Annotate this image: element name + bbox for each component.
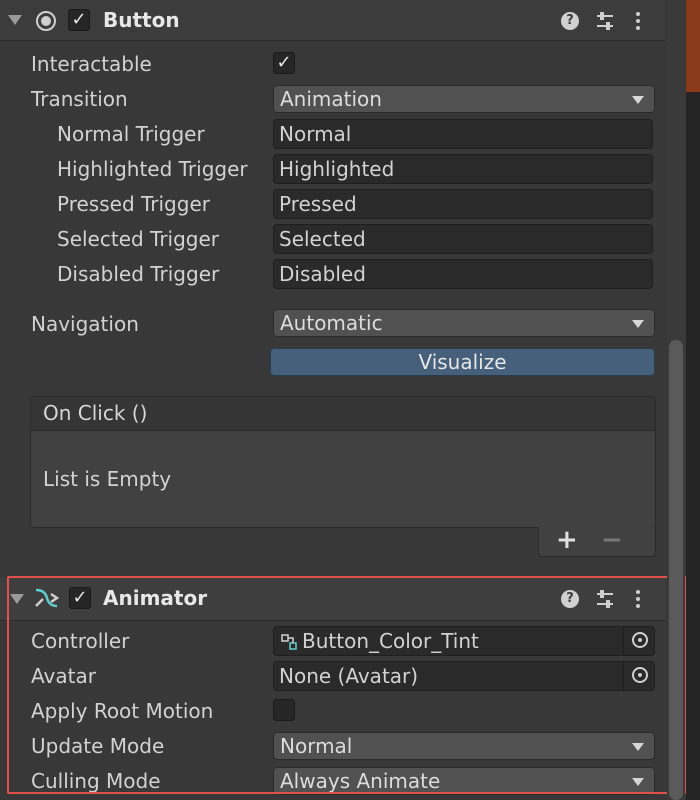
visualize-button[interactable]: Visualize — [270, 348, 655, 376]
component-title: Button — [103, 8, 180, 32]
on-click-header: On Click () — [31, 397, 655, 431]
remove-button[interactable]: − — [601, 525, 623, 555]
scrollbar-thumb[interactable] — [669, 340, 683, 800]
highlighted-trigger-label: Highlighted Trigger — [57, 157, 248, 181]
transition-dropdown[interactable]: Animation — [273, 85, 655, 113]
window-edge — [686, 0, 700, 800]
kebab-menu-icon[interactable] — [633, 11, 643, 31]
list-add-remove-bar: + − — [538, 525, 656, 557]
interactable-label: Interactable — [31, 52, 152, 76]
button-component-header[interactable]: ✓ Button ? — [0, 0, 665, 41]
disabled-trigger-label: Disabled Trigger — [57, 262, 220, 286]
chevron-down-icon — [632, 320, 644, 328]
selected-trigger-input[interactable]: Selected — [273, 224, 653, 254]
pressed-trigger-input[interactable]: Pressed — [273, 189, 653, 219]
pressed-trigger-label: Pressed Trigger — [57, 192, 210, 216]
normal-trigger-label: Normal Trigger — [57, 122, 205, 146]
button-enabled-checkbox[interactable]: ✓ — [68, 9, 90, 31]
animator-highlight-box — [7, 576, 687, 794]
selected-trigger-label: Selected Trigger — [57, 227, 220, 251]
normal-trigger-input[interactable]: Normal — [273, 119, 653, 149]
button-component-icon — [36, 11, 56, 31]
navigation-label: Navigation — [31, 312, 139, 336]
transition-value: Animation — [280, 87, 382, 111]
list-empty-text: List is Empty — [43, 467, 172, 491]
disabled-trigger-input[interactable]: Disabled — [273, 259, 653, 289]
foldout-arrow-icon[interactable] — [8, 15, 22, 25]
navigation-dropdown[interactable]: Automatic — [273, 309, 655, 337]
sliders-icon[interactable] — [595, 11, 615, 31]
highlighted-trigger-input[interactable]: Highlighted — [273, 154, 653, 184]
on-click-event-list: On Click () List is Empty — [30, 396, 656, 528]
add-button[interactable]: + — [556, 525, 578, 555]
interactable-checkbox[interactable]: ✓ — [273, 52, 295, 74]
transition-label: Transition — [31, 87, 128, 111]
help-icon[interactable]: ? — [561, 12, 579, 30]
navigation-value: Automatic — [280, 311, 383, 335]
chevron-down-icon — [632, 96, 644, 104]
